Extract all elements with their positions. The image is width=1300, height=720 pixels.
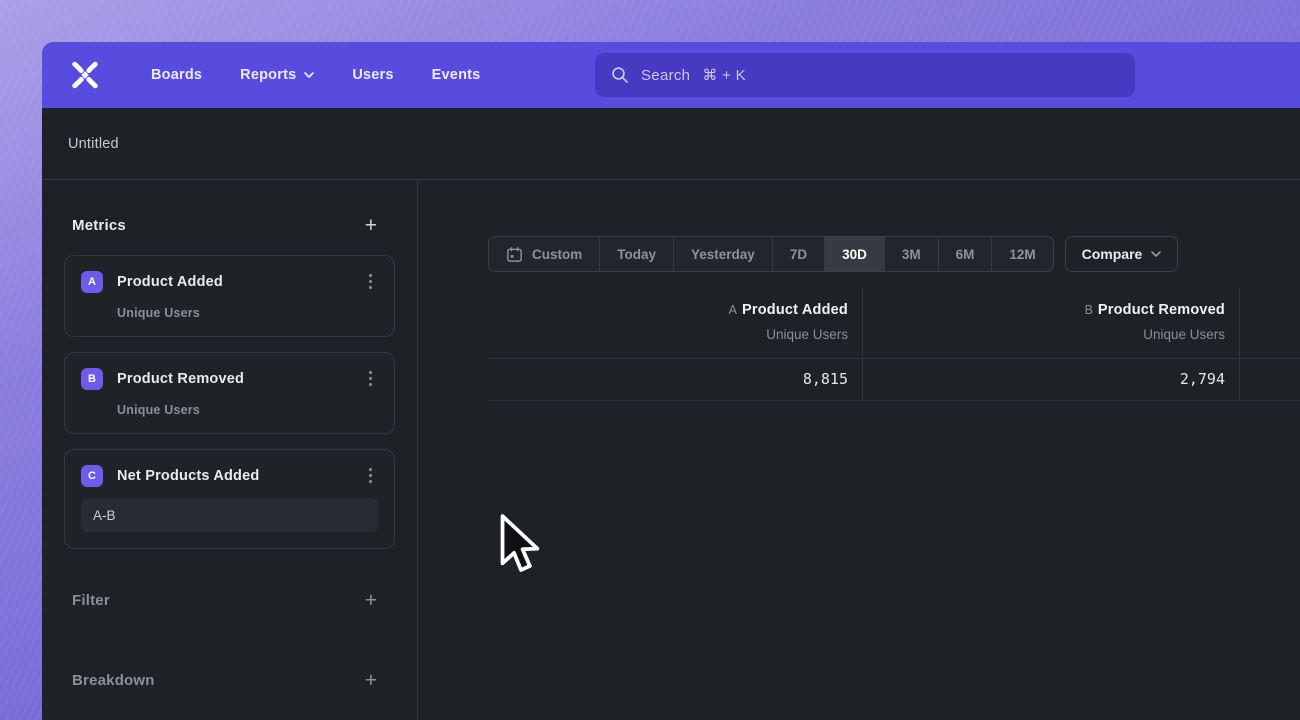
range-custom[interactable]: Custom [489,237,599,271]
range-3m[interactable]: 3M [884,237,938,271]
nav-item-label: Boards [151,67,202,83]
search-shortcut: ⌘ + K [702,66,746,84]
mixpanel-logo-icon[interactable] [68,58,102,92]
metric-title[interactable]: Net Products Added [117,468,363,484]
table-header-row: A Product Added Unique Users B Product Rem… [488,288,1300,359]
metric-measurement[interactable]: Unique Users [117,403,378,417]
range-30d-selected[interactable]: 30D [824,237,884,271]
filter-section: Filter + [64,585,395,615]
column-header-empty [1240,288,1300,358]
metric-badge: C [81,465,103,487]
value-cell-a[interactable]: 8,815 [488,359,863,400]
nav-item-label: Users [352,67,393,83]
query-sidebar: Metrics + A Product Added Unique Users B… [42,180,418,720]
column-badge: B [1085,303,1093,317]
add-metric-button[interactable]: + [365,215,377,236]
metric-title[interactable]: Product Added [117,274,363,290]
app-window: Boards Reports Users Events Search ⌘ + K [42,42,1300,720]
compare-label: Compare [1082,246,1143,262]
date-toolbar: Custom Today Yesterday 7D 30D 3M 6M 12M … [488,236,1300,272]
metric-measurement[interactable]: Unique Users [117,306,378,320]
add-filter-button[interactable]: + [365,590,377,611]
filter-label: Filter [72,592,110,609]
value-cell-b[interactable]: 2,794 [863,359,1240,400]
value-cell-empty [1240,359,1300,400]
metrics-label: Metrics [72,217,126,234]
nav-menu: Boards Reports Users Events [132,57,499,93]
metric-card-a[interactable]: A Product Added Unique Users [64,255,395,337]
search-input[interactable]: Search ⌘ + K [595,53,1135,97]
range-yesterday[interactable]: Yesterday [673,237,772,271]
column-title: Product Added [742,302,848,318]
range-today[interactable]: Today [599,237,673,271]
range-label: 12M [1009,247,1035,262]
kebab-menu-icon[interactable] [363,270,378,293]
nav-item-boards[interactable]: Boards [132,57,221,93]
range-label: 30D [842,247,867,262]
range-label: 3M [902,247,921,262]
nav-item-events[interactable]: Events [413,57,500,93]
nav-item-users[interactable]: Users [333,57,412,93]
breakdown-label: Breakdown [72,672,155,689]
nav-item-reports[interactable]: Reports [221,57,333,93]
metrics-header: Metrics + [64,210,395,240]
kebab-menu-icon[interactable] [363,464,378,487]
breakdown-section: Breakdown + [64,665,395,695]
column-subtitle: Unique Users [877,327,1225,342]
metric-card-c[interactable]: C Net Products Added A-B [64,449,395,549]
metric-badge: B [81,368,103,390]
range-7d[interactable]: 7D [772,237,824,271]
column-title: Product Removed [1098,302,1225,318]
kebab-menu-icon[interactable] [363,367,378,390]
compare-button[interactable]: Compare [1065,236,1179,272]
metric-card-b[interactable]: B Product Removed Unique Users [64,352,395,434]
date-range-segmented-control: Custom Today Yesterday 7D 30D 3M 6M 12M [488,236,1054,272]
table-value-row: 8,815 2,794 [488,359,1300,401]
chevron-down-icon [304,72,314,78]
add-breakdown-button[interactable]: + [365,670,377,691]
search-icon [611,66,629,84]
range-6m[interactable]: 6M [938,237,992,271]
column-badge: A [729,303,737,317]
metric-title[interactable]: Product Removed [117,371,363,387]
range-label: Yesterday [691,247,755,262]
range-12m[interactable]: 12M [991,237,1052,271]
nav-item-label: Reports [240,67,296,83]
range-label: Custom [532,247,582,262]
range-label: Today [617,247,656,262]
calendar-icon [506,246,523,263]
search-placeholder: Search [641,67,690,84]
results-panel: Custom Today Yesterday 7D 30D 3M 6M 12M … [418,180,1300,720]
results-table: A Product Added Unique Users B Product Rem… [488,288,1300,401]
report-title[interactable]: Untitled [68,136,119,152]
nav-item-label: Events [432,67,481,83]
chevron-down-icon [1151,251,1161,257]
column-header-a[interactable]: A Product Added Unique Users [488,288,863,358]
top-navbar: Boards Reports Users Events Search ⌘ + K [42,42,1300,108]
column-header-b[interactable]: B Product Removed Unique Users [863,288,1240,358]
column-subtitle: Unique Users [502,327,848,342]
range-label: 6M [956,247,975,262]
report-titlebar: Untitled [42,108,1300,180]
metric-badge: A [81,271,103,293]
range-label: 7D [790,247,807,262]
formula-input[interactable]: A-B [81,498,378,532]
